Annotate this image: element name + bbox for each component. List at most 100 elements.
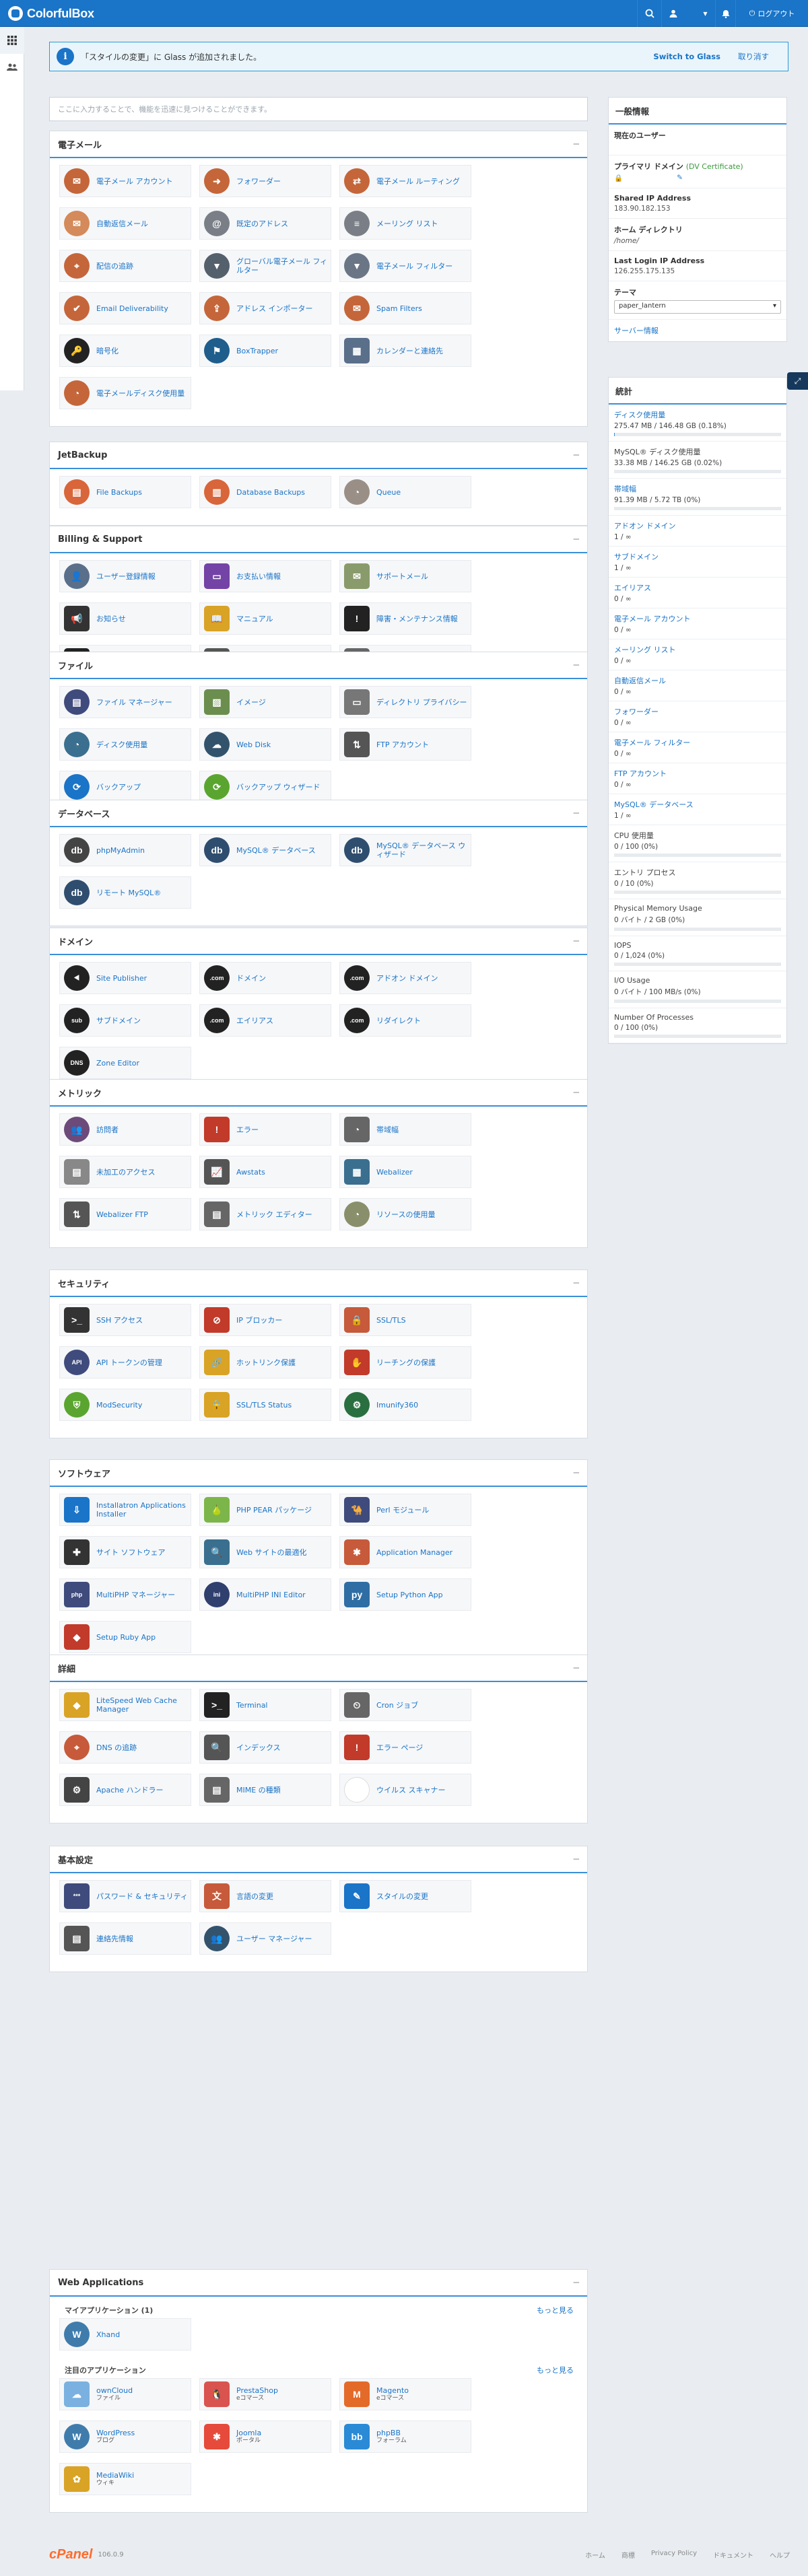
tool-item-q[interactable]: ◔ Queue <box>339 476 471 508</box>
sidebar-item-users[interactable] <box>0 54 24 81</box>
stat-label[interactable]: 自動返信メール <box>614 675 781 686</box>
tool-item-bkw[interactable]: ⟳ バックアップ ウィザード <box>199 771 331 803</box>
tool-item-rmysql[interactable]: db リモート MySQL® <box>59 876 191 909</box>
tool-item-sub[interactable]: sub サブドメイン <box>59 1004 191 1037</box>
tool-item-fb[interactable]: ▤ File Backups <box>59 476 191 508</box>
tool-item-user[interactable]: 👤 ユーザー登録情報 <box>59 560 191 592</box>
tool-item-fwd[interactable]: ➜ フォワーダー <box>199 165 331 197</box>
tool-item-ipb[interactable]: ⊘ IP ブロッカー <box>199 1304 331 1336</box>
tool-item-wb[interactable]: ▦ Webalizer <box>339 1156 471 1188</box>
tool-item-pma[interactable]: db phpMyAdmin <box>59 834 191 866</box>
stat-label[interactable]: MySQL® データベース <box>614 799 781 810</box>
tool-item-disk[interactable]: ◔ 電子メールディスク使用量 <box>59 377 191 409</box>
stat-label[interactable]: FTP アカウント <box>614 768 781 779</box>
section-header[interactable]: 基本設定 — <box>50 1846 587 1873</box>
footer-link[interactable]: ホーム <box>585 2550 605 2560</box>
dv-certificate-badge[interactable]: (DV Certificate) <box>686 162 743 171</box>
tool-item-bw[interactable]: ◔ 帯域幅 <box>339 1113 471 1146</box>
section-header[interactable]: JetBackup — <box>50 442 587 469</box>
tool-item-rb[interactable]: ◆ Setup Ruby App <box>59 1621 191 1653</box>
tool-item-ci[interactable]: ▤ 連絡先情報 <box>59 1922 191 1955</box>
tool-item-gf[interactable]: ▼ グローバル電子メール フィルター <box>199 250 331 282</box>
tool-item-priv[interactable]: ▭ ディレクトリ プライバシー <box>339 686 471 718</box>
tool-item-cal[interactable]: ▦ カレンダーと連絡先 <box>339 335 471 367</box>
section-header[interactable]: ソフトウェア — <box>50 1460 587 1487</box>
section-header[interactable]: ファイル — <box>50 652 587 679</box>
tool-item-ali[interactable]: .com エイリアス <box>199 1004 331 1037</box>
collapse-icon[interactable]: — <box>574 534 579 545</box>
tool-item-vs[interactable]: ウイルス スキャナー <box>339 1774 471 1806</box>
tool-item-ssls[interactable]: 🔒 SSL/TLS Status <box>199 1389 331 1421</box>
user-menu-button[interactable]: ▼ <box>661 0 715 27</box>
tool-item-du[interactable]: ◔ ディスク使用量 <box>59 728 191 761</box>
tool-item-ah[interactable]: ⚙ Apache ハンドラー <box>59 1774 191 1806</box>
tool-item-res[interactable]: ◔ リソースの使用量 <box>339 1198 471 1230</box>
tool-item-inst[interactable]: ⇩ Installatron Applications Installer <box>59 1494 191 1526</box>
see-more-link[interactable]: もっと見る <box>537 2305 574 2316</box>
tool-item-ls[interactable]: ◆ LiteSpeed Web Cache Manager <box>59 1689 191 1721</box>
tool-item-enc[interactable]: 🔑 暗号化 <box>59 335 191 367</box>
stat-label[interactable]: 電子メール アカウント <box>614 613 781 624</box>
tool-item-box[interactable]: ⚑ BoxTrapper <box>199 335 331 367</box>
sidebar-item-tools[interactable] <box>0 27 24 54</box>
tool-item-ssw[interactable]: ✚ サイト ソフトウェア <box>59 1536 191 1568</box>
tool-item-ep[interactable]: ! エラー ページ <box>339 1731 471 1764</box>
dismiss-link[interactable]: 取り消す <box>738 51 769 62</box>
tool-item-mpm[interactable]: php MultiPHP マネージャー <box>59 1578 191 1611</box>
tool-item-news[interactable]: 📢 お知らせ <box>59 602 191 635</box>
notifications-button[interactable] <box>715 0 735 27</box>
tool-item-imp[interactable]: ⇪ アドレス インポーター <box>199 292 331 324</box>
tool-item-um[interactable]: 👥 ユーザー マネージャー <box>199 1922 331 1955</box>
tool-item-py[interactable]: py Setup Python App <box>339 1578 471 1611</box>
tool-item-hot[interactable]: 🔗 ホットリンク保護 <box>199 1346 331 1379</box>
tool-item-mw[interactable]: ✿ MediaWiki ウィキ <box>59 2463 191 2495</box>
tool-item-bb[interactable]: bb phpBB フォーラム <box>339 2421 471 2453</box>
footer-link[interactable]: Privacy Policy <box>651 2550 697 2560</box>
section-header[interactable]: ドメイン — <box>50 928 587 955</box>
tool-item-oc[interactable]: ☁ ownCloud ファイル <box>59 2378 191 2410</box>
tool-item-ssl[interactable]: 🔒 SSL/TLS <box>339 1304 471 1336</box>
tool-item-wbf[interactable]: ⇅ Webalizer FTP <box>59 1198 191 1230</box>
tool-item-img[interactable]: ▨ イメージ <box>199 686 331 718</box>
tool-item-style[interactable]: ✎ スタイルの変更 <box>339 1880 471 1912</box>
logout-button[interactable]: ⏻ ログアウト <box>735 0 808 27</box>
tool-item-raw[interactable]: ▤ 未加工のアクセス <box>59 1156 191 1188</box>
collapse-icon[interactable]: — <box>574 936 579 946</box>
collapse-icon[interactable]: — <box>574 1278 579 1288</box>
tool-item-ef[interactable]: ▼ 電子メール フィルター <box>339 250 471 282</box>
tool-item-sp[interactable]: ⯇ Site Publisher <box>59 962 191 994</box>
tool-item-mpi[interactable]: ini MultiPHP INI Editor <box>199 1578 331 1611</box>
tool-search-input[interactable] <box>49 97 588 121</box>
tool-item-env[interactable]: ✉ 電子メール アカウント <box>59 165 191 197</box>
tool-item-add[interactable]: .com アドオン ドメイン <box>339 962 471 994</box>
section-header[interactable]: 電子メール — <box>50 131 587 158</box>
collapse-icon[interactable]: — <box>574 1087 579 1098</box>
footer-link[interactable]: ドキュメント <box>713 2550 753 2560</box>
collapse-icon[interactable]: — <box>574 660 579 670</box>
tool-item-opt[interactable]: 🔍 Web サイトの最適化 <box>199 1536 331 1568</box>
tool-item-route[interactable]: ⇄ 電子メール ルーティング <box>339 165 471 197</box>
tool-item-def[interactable]: @ 既定のアドレス <box>199 207 331 240</box>
cpanel-logo[interactable]: cPanel <box>49 2547 92 2563</box>
tool-item-me[interactable]: ▤ メトリック エディター <box>199 1198 331 1230</box>
collapse-icon[interactable]: — <box>574 1854 579 1865</box>
tool-item-mysqlw[interactable]: db MySQL® データベース ウィザード <box>339 834 471 866</box>
tool-item-dbb[interactable]: ▥ Database Backups <box>199 476 331 508</box>
collapse-icon[interactable]: — <box>574 1663 579 1673</box>
tool-item-dom[interactable]: .com ドメイン <box>199 962 331 994</box>
stat-label[interactable]: エイリアス <box>614 582 781 593</box>
tool-item-aw[interactable]: 📈 Awstats <box>199 1156 331 1188</box>
switch-to-glass-link[interactable]: Switch to Glass <box>653 52 720 61</box>
section-header[interactable]: セキュリティ — <box>50 1270 587 1297</box>
collapse-stats-tab[interactable]: ⤢ <box>787 372 808 390</box>
tool-item-bk[interactable]: ⟳ バックアップ <box>59 771 191 803</box>
tool-item-err[interactable]: ! エラー <box>199 1113 331 1146</box>
collapse-icon[interactable]: — <box>574 1467 579 1478</box>
search-button[interactable] <box>637 0 661 27</box>
edit-icon[interactable]: ✎ <box>677 174 683 182</box>
tool-item-maint[interactable]: ! 障害・メンテナンス情報 <box>339 602 471 635</box>
stat-label[interactable]: 帯域幅 <box>614 483 781 494</box>
stat-label[interactable]: サブドメイン <box>614 551 781 562</box>
tool-item-ssh[interactable]: >_ SSH アクセス <box>59 1304 191 1336</box>
section-header[interactable]: 詳細 — <box>50 1655 587 1682</box>
